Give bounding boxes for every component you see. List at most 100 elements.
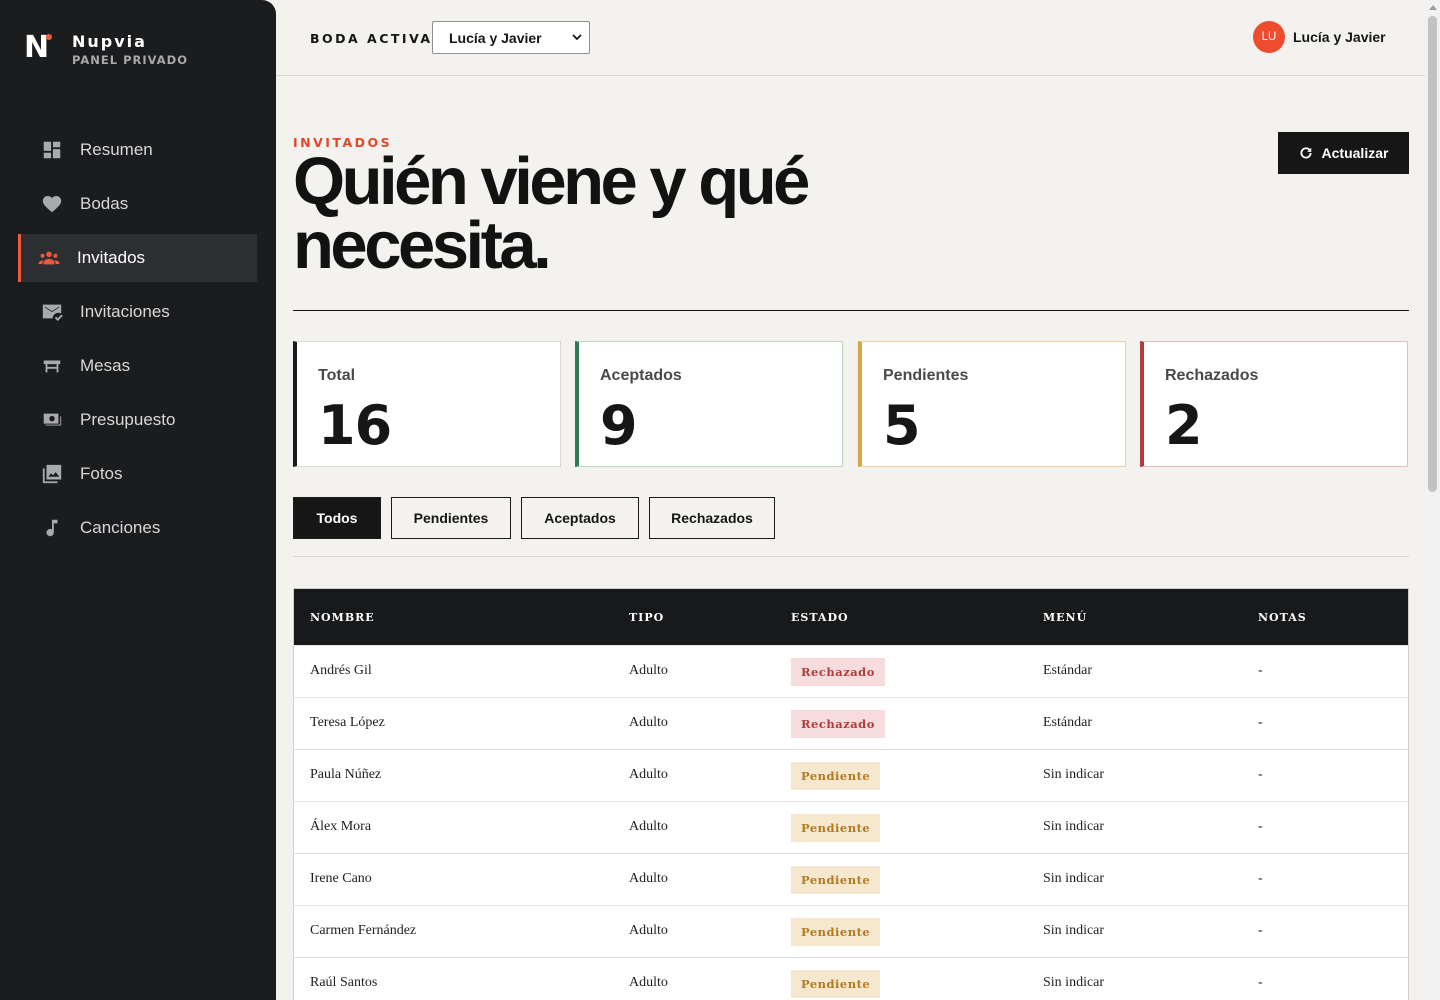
table-row[interactable]: Andrés Gil Adulto Rechazado Estándar - [294, 645, 1408, 697]
sidebar-item-label: Invitados [77, 248, 146, 267]
cell-nombre: Raúl Santos [310, 975, 378, 990]
sidebar-nav: Resumen Bodas Invitados Invitaciones Mes… [18, 126, 257, 558]
column-header-menu[interactable]: MENÚ [1043, 611, 1087, 624]
stat-value: 16 [318, 394, 392, 457]
cell-nombre: Paula Núñez [310, 767, 382, 782]
brand[interactable]: N Nupvia PANEL PRIVADO [24, 30, 188, 68]
column-header-nombre[interactable]: NOMBRE [310, 611, 375, 624]
refresh-button[interactable]: Actualizar [1278, 132, 1409, 174]
status-badge: Pendiente [791, 918, 881, 946]
table-row[interactable]: Teresa López Adulto Rechazado Estándar - [294, 697, 1408, 749]
topbar: BODA ACTIVA: Lucía y Javier LU Lucía y J… [276, 0, 1425, 76]
sidebar-item-label: Resumen [80, 140, 153, 159]
cell-tipo: Adulto [629, 715, 668, 730]
page-title: Quién viene y qué necesita. [293, 144, 810, 283]
refresh-button-label: Actualizar [1321, 145, 1389, 161]
sidebar-item-fotos[interactable]: Fotos [18, 450, 257, 498]
brand-logo-dot [46, 34, 52, 40]
cell-notas: - [1258, 767, 1263, 782]
cell-nombre: Irene Cano [310, 871, 372, 886]
sidebar-item-label: Canciones [80, 518, 161, 537]
cell-menu: Sin indicar [1043, 871, 1105, 886]
user-menu[interactable]: LU Lucía y Javier [1253, 21, 1386, 53]
sidebar-item-label: Bodas [80, 194, 129, 213]
sidebar-item-bodas[interactable]: Bodas [18, 180, 257, 228]
active-wedding-select[interactable]: Lucía y Javier [432, 21, 590, 54]
cell-nombre: Teresa López [310, 715, 385, 730]
sidebar-item-resumen[interactable]: Resumen [18, 126, 257, 174]
cell-menu: Sin indicar [1043, 975, 1105, 990]
page-scrollbar[interactable] [1425, 0, 1440, 1000]
cell-nombre: Andrés Gil [310, 663, 372, 678]
column-header-notas[interactable]: NOTAS [1258, 611, 1307, 624]
status-badge: Rechazado [791, 710, 885, 738]
cell-notas: - [1258, 923, 1263, 938]
brand-text: Nupvia PANEL PRIVADO [72, 32, 188, 67]
cell-notas: - [1258, 819, 1263, 834]
sidebar-item-canciones[interactable]: Canciones [18, 504, 257, 552]
photos-icon [40, 462, 64, 486]
stat-card-aceptados: Aceptados 9 [575, 341, 843, 467]
table-row[interactable]: Raúl Santos Adulto Pendiente Sin indicar… [294, 957, 1408, 1000]
money-icon [40, 408, 64, 432]
cell-tipo: Adulto [629, 663, 668, 678]
filter-todos[interactable]: Todos [293, 497, 381, 539]
status-badge: Rechazado [791, 658, 885, 686]
column-header-estado[interactable]: ESTADO [791, 611, 849, 624]
dashboard-icon [40, 138, 64, 162]
sidebar-item-presupuesto[interactable]: Presupuesto [18, 396, 257, 444]
table-row[interactable]: Carmen Fernández Adulto Pendiente Sin in… [294, 905, 1408, 957]
cell-tipo: Adulto [629, 819, 668, 834]
sidebar-item-invitaciones[interactable]: Invitaciones [18, 288, 257, 336]
filters-divider [293, 556, 1409, 557]
stat-card-rechazados: Rechazados 2 [1140, 341, 1408, 467]
brand-name: Nupvia [72, 32, 147, 51]
stat-value: 9 [600, 394, 638, 457]
chevron-down-icon [572, 34, 582, 41]
filter-pendientes[interactable]: Pendientes [391, 497, 511, 539]
filter-rechazados[interactable]: Rechazados [649, 497, 775, 539]
cell-nombre: Carmen Fernández [310, 923, 417, 938]
scroll-up-arrow-icon[interactable] [1429, 5, 1437, 10]
refresh-icon [1300, 147, 1312, 159]
guests-table: NOMBRE TIPO ESTADO MENÚ NOTAS Andrés Gil… [293, 588, 1409, 1000]
sidebar: N Nupvia PANEL PRIVADO Resumen Bodas Inv… [0, 0, 276, 1000]
sidebar-item-mesas[interactable]: Mesas [18, 342, 257, 390]
active-wedding-label: BODA ACTIVA: [310, 31, 441, 46]
stat-value: 2 [1165, 394, 1203, 457]
status-badge: Pendiente [791, 866, 881, 894]
table-row[interactable]: Paula Núñez Adulto Pendiente Sin indicar… [294, 749, 1408, 801]
table-row[interactable]: Irene Cano Adulto Pendiente Sin indicar … [294, 853, 1408, 905]
sidebar-item-invitados[interactable]: Invitados [18, 234, 257, 282]
cell-tipo: Adulto [629, 975, 668, 990]
scroll-thumb[interactable] [1428, 16, 1437, 492]
cell-menu: Sin indicar [1043, 767, 1105, 782]
stat-card-total: Total 16 [293, 341, 561, 467]
status-badge: Pendiente [791, 970, 881, 998]
heart-icon [40, 192, 64, 216]
cell-notas: - [1258, 715, 1263, 730]
status-badge: Pendiente [791, 814, 881, 842]
sidebar-item-label: Fotos [80, 464, 123, 483]
cell-menu: Sin indicar [1043, 923, 1105, 938]
stat-label: Total [318, 367, 356, 384]
music-note-icon [40, 516, 64, 540]
table-header: NOMBRE TIPO ESTADO MENÚ NOTAS [294, 589, 1408, 645]
sidebar-item-label: Mesas [80, 356, 131, 375]
cell-nombre: Álex Mora [310, 819, 372, 834]
cell-tipo: Adulto [629, 923, 668, 938]
mail-check-icon [40, 300, 64, 324]
brand-logo-letter: N [24, 30, 49, 65]
column-header-tipo[interactable]: TIPO [629, 611, 664, 624]
active-wedding-value: Lucía y Javier [449, 29, 542, 46]
cell-menu: Estándar [1043, 663, 1092, 678]
stat-value: 5 [883, 394, 921, 457]
table-row[interactable]: Álex Mora Adulto Pendiente Sin indicar - [294, 801, 1408, 853]
sidebar-item-label: Presupuesto [80, 410, 176, 429]
header-divider [293, 310, 1409, 311]
avatar: LU [1253, 21, 1285, 53]
cell-tipo: Adulto [629, 767, 668, 782]
filter-aceptados[interactable]: Aceptados [521, 497, 639, 539]
sidebar-item-label: Invitaciones [80, 302, 170, 321]
cell-menu: Estándar [1043, 715, 1092, 730]
